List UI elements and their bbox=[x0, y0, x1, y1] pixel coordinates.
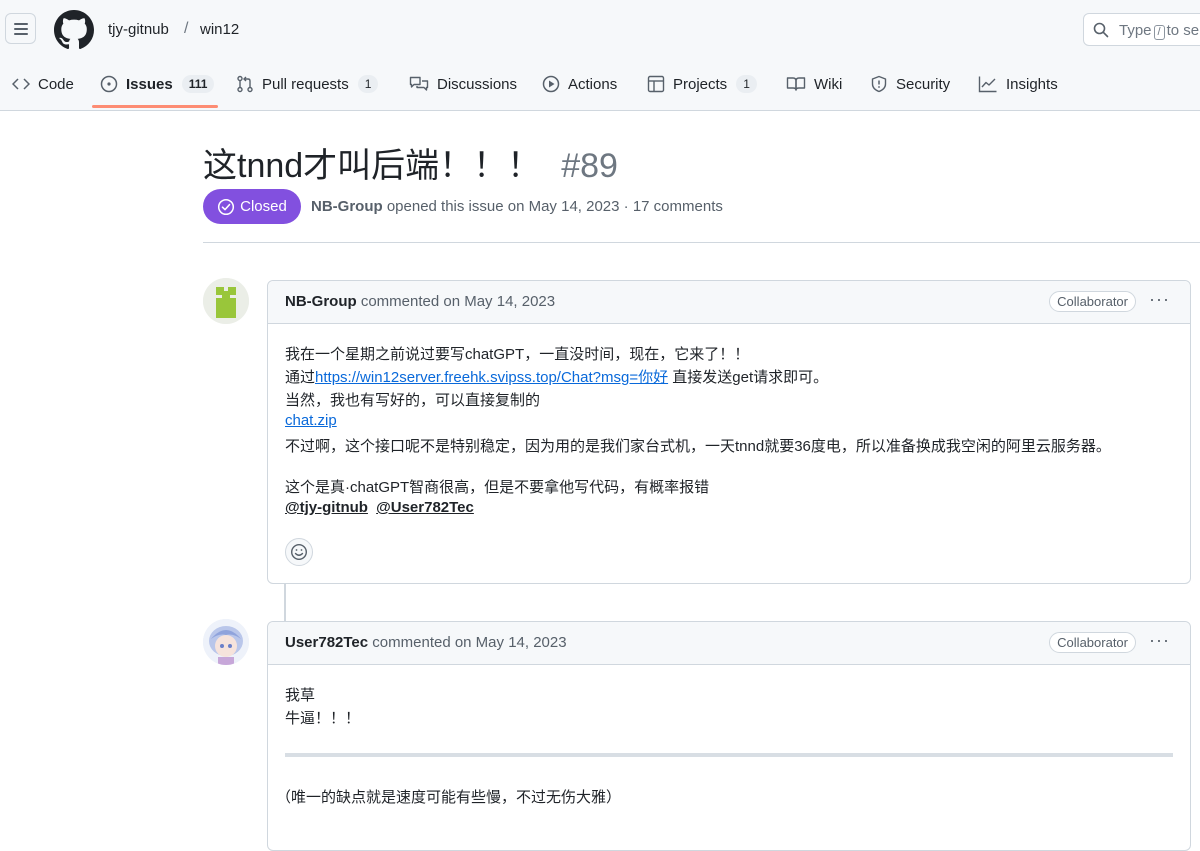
comment-header: User782Tec commented on May 14, 2023 Col… bbox=[268, 622, 1190, 665]
comment-text-fragment: 直接发送get请求即可。 bbox=[668, 369, 829, 386]
chat-zip-link[interactable]: chat.zip bbox=[285, 412, 337, 429]
mention-link[interactable]: @User782Tec bbox=[376, 499, 474, 516]
comment-action[interactable]: commented on May 14, 2023 bbox=[372, 634, 566, 651]
search-shortcut-key: / bbox=[1153, 25, 1165, 40]
issue-opened-icon bbox=[100, 75, 118, 93]
issue-state-label: Closed bbox=[240, 198, 287, 215]
breadcrumb-owner-link[interactable]: tjy-gitnub bbox=[108, 21, 169, 38]
comment-card: NB-Group commented on May 14, 2023 Colla… bbox=[267, 280, 1191, 584]
comment-action[interactable]: commented on May 14, 2023 bbox=[361, 293, 555, 310]
issue-meta: NB-Group opened this issue on May 14, 20… bbox=[311, 198, 723, 215]
issue-author-link[interactable]: NB-Group bbox=[311, 198, 383, 215]
hamburger-bar bbox=[14, 33, 28, 35]
collaborator-badge: Collaborator bbox=[1049, 632, 1136, 653]
tab-insights[interactable]: Insights bbox=[978, 66, 1058, 102]
comment-text-line: 我草 bbox=[285, 687, 316, 704]
graph-icon bbox=[978, 76, 997, 93]
issue-meta-text: opened this issue on May 14, 2023 · 17 c… bbox=[386, 198, 723, 215]
timeline-connector bbox=[284, 583, 286, 623]
book-icon bbox=[786, 77, 806, 91]
tab-counter: 111 bbox=[181, 75, 215, 93]
issue-title: 这tnnd才叫后端！！！ #89 bbox=[203, 138, 618, 187]
chat-api-link[interactable]: https://win12server.freehk.svipss.top/Ch… bbox=[315, 369, 668, 386]
tab-counter: 1 bbox=[357, 75, 379, 93]
add-reaction-button[interactable] bbox=[285, 538, 313, 566]
comment-byline: User782Tec commented on May 14, 2023 bbox=[285, 634, 567, 651]
comment-text-line: chat.zip bbox=[285, 412, 337, 429]
hamburger-bar bbox=[14, 28, 28, 30]
avatar[interactable] bbox=[203, 619, 249, 665]
comment-text-line: 这个是真·chatGPT智商很高，但是不要拿他写代码，有概率报错 bbox=[285, 479, 710, 496]
identicon-avatar bbox=[203, 278, 249, 324]
comment-discussion-icon bbox=[409, 76, 429, 91]
tab-label: Discussions bbox=[437, 75, 518, 93]
comment-byline: NB-Group commented on May 14, 2023 bbox=[285, 293, 555, 310]
comment-text-line: （唯一的缺点就是速度可能有些慢，不过无伤大雅） bbox=[276, 789, 622, 806]
horizontal-rule bbox=[285, 753, 1173, 757]
collaborator-badge: Collaborator bbox=[1049, 291, 1136, 312]
tab-code[interactable]: Code bbox=[12, 66, 74, 102]
comment-card: User782Tec commented on May 14, 2023 Col… bbox=[267, 621, 1191, 851]
breadcrumb-separator: / bbox=[184, 20, 189, 37]
git-pull-request-icon bbox=[237, 75, 253, 93]
search-placeholder: Type / to se bbox=[1119, 22, 1199, 40]
comment-text-line: 我在一个星期之前说过要写chatGPT，一直没时间，现在，它来了！！ bbox=[285, 346, 750, 363]
tab-security[interactable]: Security bbox=[870, 66, 950, 102]
tab-counter: 1 bbox=[736, 75, 757, 93]
comment-author-link[interactable]: NB-Group bbox=[285, 293, 357, 310]
tab-discussions[interactable]: Discussions bbox=[409, 66, 517, 102]
tab-actions[interactable]: Actions bbox=[542, 66, 617, 102]
tab-label: Insights bbox=[1006, 75, 1058, 93]
tab-label: Actions bbox=[568, 75, 618, 93]
search-placeholder-end: to se bbox=[1166, 22, 1200, 39]
tab-label: Security bbox=[896, 75, 951, 93]
code-icon bbox=[12, 78, 30, 90]
breadcrumb-repo-link[interactable]: win12 bbox=[200, 21, 239, 38]
mention-link[interactable]: @tjy-gitnub bbox=[285, 499, 368, 516]
anime-avatar-image bbox=[203, 619, 249, 665]
tab-pull-requests[interactable]: Pull requests 1 bbox=[236, 66, 379, 102]
tab-projects[interactable]: Projects 1 bbox=[647, 66, 757, 102]
comment-text-line: 当然，我也有写好的，可以直接复制的 bbox=[285, 392, 541, 409]
tab-label: Pull requests bbox=[262, 75, 349, 93]
table-icon bbox=[647, 75, 665, 93]
comment-text-line: 不过啊，这个接口呢不是特别稳定，因为用的是我们家台式机，一天tnnd就要36度电… bbox=[285, 438, 1111, 455]
header-divider bbox=[203, 242, 1200, 243]
comment-text-line: 牛逼！！！ bbox=[285, 710, 361, 727]
hamburger-bar bbox=[14, 23, 28, 25]
kebab-menu-icon[interactable]: ··· bbox=[1149, 289, 1170, 310]
search-input[interactable]: Type / to se bbox=[1083, 13, 1200, 46]
comment-header: NB-Group commented on May 14, 2023 Colla… bbox=[268, 281, 1190, 324]
shield-icon bbox=[871, 75, 887, 93]
issue-title-text: 这tnnd才叫后端！！！ bbox=[203, 147, 542, 185]
smiley-icon bbox=[290, 543, 308, 561]
tab-label: Code bbox=[38, 75, 74, 93]
comment-author-link[interactable]: User782Tec bbox=[285, 634, 368, 651]
avatar[interactable] bbox=[203, 278, 249, 324]
search-placeholder-start: Type bbox=[1119, 22, 1152, 39]
comment-text-fragment: 通过 bbox=[285, 369, 316, 386]
search-icon bbox=[1093, 22, 1109, 38]
tab-issues[interactable]: Issues 111 bbox=[100, 66, 215, 102]
issue-number: #89 bbox=[561, 147, 618, 185]
tab-wiki[interactable]: Wiki bbox=[786, 66, 842, 102]
hamburger-menu-button[interactable] bbox=[5, 13, 36, 44]
issue-state-badge: Closed bbox=[203, 189, 301, 224]
tab-label: Projects bbox=[673, 75, 728, 93]
kebab-menu-icon[interactable]: ··· bbox=[1149, 630, 1170, 651]
github-logo-icon[interactable] bbox=[54, 10, 94, 50]
play-icon bbox=[542, 75, 560, 93]
active-tab-indicator bbox=[92, 105, 218, 108]
tab-label: Wiki bbox=[814, 75, 843, 93]
check-circle-icon bbox=[218, 198, 235, 215]
comment-text-line: 通过https://win12server.freehk.svipss.top/… bbox=[285, 366, 828, 387]
repo-header: tjy-gitnub / win12 Type / to se Code Issue… bbox=[0, 0, 1200, 111]
tab-label: Issues bbox=[126, 75, 173, 93]
comment-mentions: @tjy-gitnub @User782Tec bbox=[285, 499, 474, 516]
